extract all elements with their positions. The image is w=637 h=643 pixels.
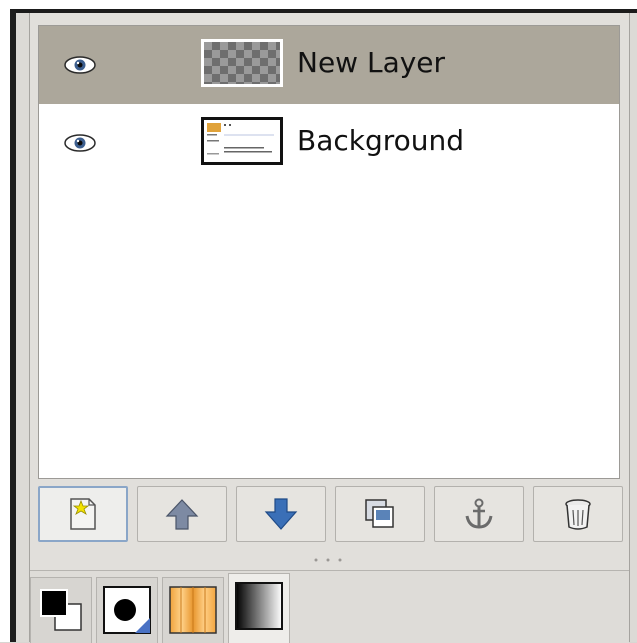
tab-fg-bg-colors[interactable] (30, 577, 92, 643)
tab-gradients[interactable] (228, 573, 290, 643)
lower-layer-icon (264, 498, 298, 530)
anchor-layer-icon (465, 498, 493, 529)
layer-row-new-layer[interactable]: New Layer (39, 26, 619, 104)
new-layer-button[interactable] (38, 486, 128, 542)
visibility-eye-icon[interactable] (63, 55, 97, 75)
layer-thumbnail (201, 117, 283, 165)
dock-tabs (30, 570, 629, 643)
raise-layer-button[interactable] (137, 486, 227, 542)
visibility-eye-icon[interactable] (63, 133, 97, 153)
delete-layer-icon (565, 499, 591, 530)
dock-left-edge (16, 13, 30, 642)
anchor-layer-button[interactable] (434, 486, 524, 542)
fg-bg-colors-icon (40, 589, 82, 631)
tab-brushes[interactable] (96, 577, 158, 643)
duplicate-layer-button[interactable] (335, 486, 425, 542)
document-preview-icon (204, 120, 280, 162)
dock-right-edge (629, 13, 637, 642)
layers-list[interactable]: New Layer Background (38, 25, 620, 479)
layers-dock-panel: New Layer Background (30, 13, 629, 643)
raise-layer-icon (165, 499, 199, 530)
lower-layer-button[interactable] (236, 486, 326, 542)
layer-name[interactable]: New Layer (297, 46, 445, 79)
gradient-icon (235, 582, 283, 630)
window-frame-left (0, 14, 10, 642)
layers-toolbar (38, 486, 623, 542)
new-layer-icon (70, 498, 96, 530)
layer-name[interactable]: Background (297, 124, 464, 157)
delete-layer-button[interactable] (533, 486, 623, 542)
dock-resize-handle[interactable] (310, 556, 346, 564)
layer-thumbnail (201, 39, 283, 87)
pattern-icon (169, 586, 217, 634)
brush-icon (103, 586, 151, 634)
tab-patterns[interactable] (162, 577, 224, 643)
duplicate-layer-icon (365, 499, 394, 528)
layer-row-background[interactable]: Background (39, 104, 619, 182)
